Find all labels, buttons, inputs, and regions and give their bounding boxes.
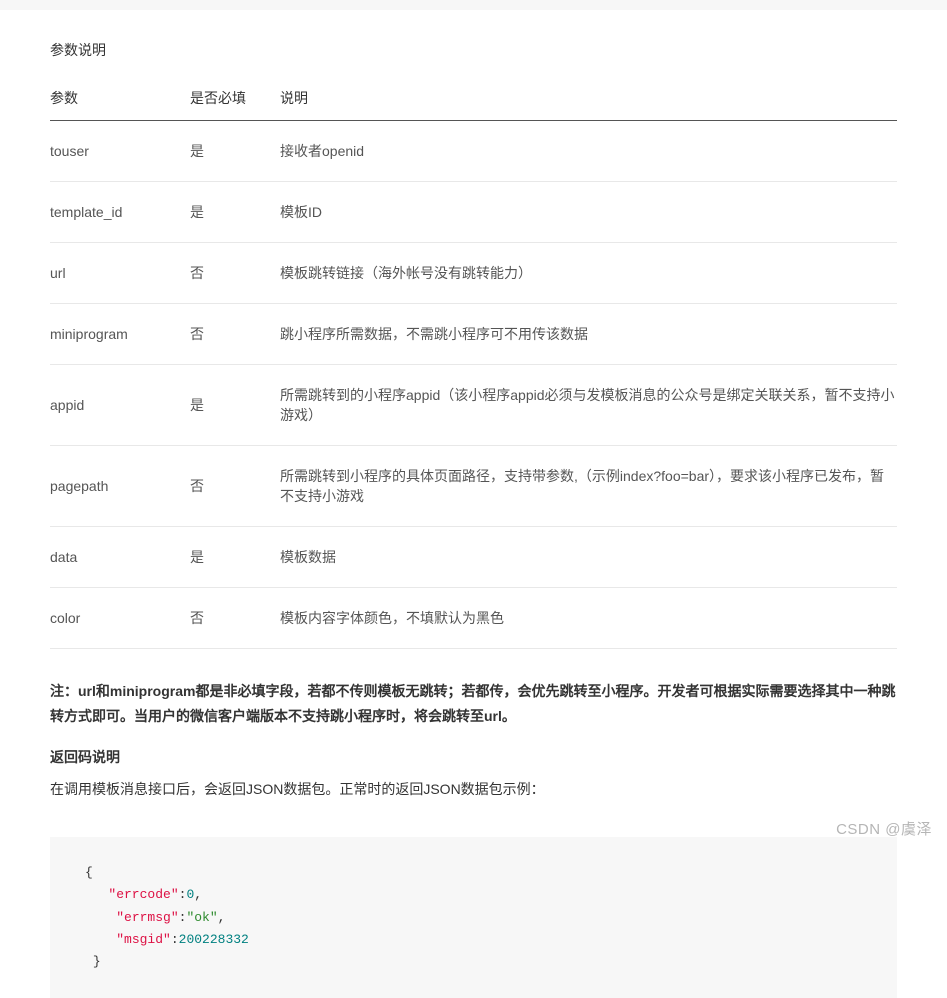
return-code-desc: 在调用模板消息接口后，会返回JSON数据包。正常时的返回JSON数据包示例：	[50, 779, 897, 799]
cell-param: touser	[50, 121, 190, 182]
cell-param: appid	[50, 365, 190, 446]
cell-desc: 所需跳转到小程序的具体页面路径，支持带参数,（示例index?foo=bar），…	[280, 446, 897, 527]
table-row: touser 是 接收者openid	[50, 121, 897, 182]
table-row: miniprogram 否 跳小程序所需数据，不需跳小程序可不用传该数据	[50, 304, 897, 365]
cell-desc: 跳小程序所需数据，不需跳小程序可不用传该数据	[280, 304, 897, 365]
cell-required: 是	[190, 527, 280, 588]
cell-desc: 模板数据	[280, 527, 897, 588]
section-title: 参数说明	[50, 40, 897, 60]
cell-required: 是	[190, 182, 280, 243]
cell-required: 否	[190, 588, 280, 649]
cell-param: color	[50, 588, 190, 649]
cell-param: data	[50, 527, 190, 588]
cell-required: 否	[190, 243, 280, 304]
cell-desc: 接收者openid	[280, 121, 897, 182]
cell-param: url	[50, 243, 190, 304]
cell-desc: 所需跳转到的小程序appid（该小程序appid必须与发模板消息的公众号是绑定关…	[280, 365, 897, 446]
json-string: "ok"	[186, 910, 217, 925]
header-required: 是否必填	[190, 78, 280, 121]
note-text: 注：url和miniprogram都是非必填字段，若都不传则模板无跳转；若都传，…	[50, 679, 897, 729]
cell-param: pagepath	[50, 446, 190, 527]
header-param: 参数	[50, 78, 190, 121]
cell-required: 否	[190, 446, 280, 527]
top-bar	[0, 0, 947, 10]
table-row: pagepath 否 所需跳转到小程序的具体页面路径，支持带参数,（示例inde…	[50, 446, 897, 527]
table-header-row: 参数 是否必填 说明	[50, 78, 897, 121]
cell-desc: 模板跳转链接（海外帐号没有跳转能力）	[280, 243, 897, 304]
cell-desc: 模板内容字体颜色，不填默认为黑色	[280, 588, 897, 649]
cell-desc: 模板ID	[280, 182, 897, 243]
table-row: url 否 模板跳转链接（海外帐号没有跳转能力）	[50, 243, 897, 304]
table-row: data 是 模板数据	[50, 527, 897, 588]
json-key: "errcode"	[108, 887, 178, 902]
table-row: appid 是 所需跳转到的小程序appid（该小程序appid必须与发模板消息…	[50, 365, 897, 446]
code-block: { "errcode":0, "errmsg":"ok", "msgid":20…	[50, 837, 897, 997]
json-number: 200228332	[179, 932, 249, 947]
cell-required: 是	[190, 121, 280, 182]
cell-required: 是	[190, 365, 280, 446]
cell-required: 否	[190, 304, 280, 365]
table-row: template_id 是 模板ID	[50, 182, 897, 243]
watermark: CSDN @虞泽	[836, 818, 932, 839]
header-desc: 说明	[280, 78, 897, 121]
json-key: "msgid"	[116, 932, 171, 947]
params-table: 参数 是否必填 说明 touser 是 接收者openid template_i…	[50, 78, 897, 649]
cell-param: template_id	[50, 182, 190, 243]
json-number: 0	[186, 887, 194, 902]
json-key: "errmsg"	[116, 910, 178, 925]
return-code-title: 返回码说明	[50, 747, 897, 767]
cell-param: miniprogram	[50, 304, 190, 365]
table-row: color 否 模板内容字体颜色，不填默认为黑色	[50, 588, 897, 649]
main-content: 参数说明 参数 是否必填 说明 touser 是 接收者openid templ…	[0, 10, 947, 837]
